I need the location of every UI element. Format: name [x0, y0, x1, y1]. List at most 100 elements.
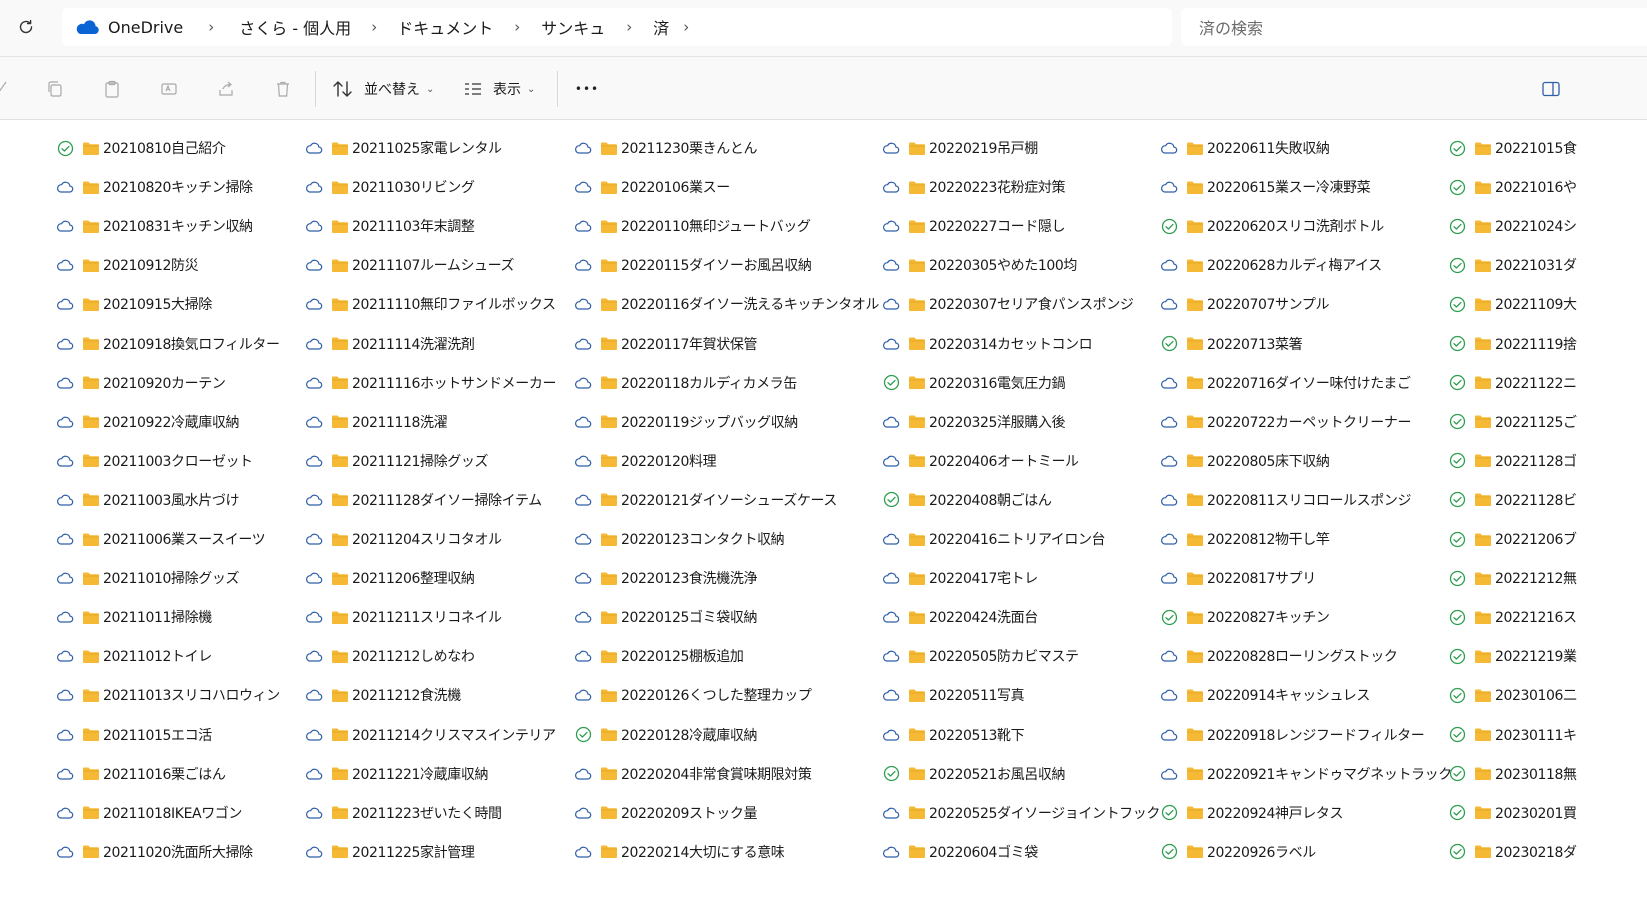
- folder-item[interactable]: 20220722カーペットクリーナー: [1160, 410, 1411, 434]
- folder-item[interactable]: 20220505防カビマステ: [882, 644, 1079, 668]
- breadcrumb-item-personal[interactable]: さくら - 個人用: [239, 15, 351, 39]
- folder-item[interactable]: 20220125ゴミ袋収納: [574, 605, 757, 629]
- folder-item[interactable]: 20211118洗濯: [305, 410, 448, 434]
- folder-item[interactable]: 20220926ラベル: [1160, 840, 1316, 864]
- breadcrumb-item-documents[interactable]: ドキュメント: [397, 15, 493, 39]
- folder-item[interactable]: 20220123食洗機洗浄: [574, 566, 757, 590]
- folder-item[interactable]: 20220805床下収納: [1160, 449, 1330, 473]
- folder-item[interactable]: 20220525ダイソージョイントフック: [882, 801, 1160, 825]
- folder-item[interactable]: 20211206整理収納: [305, 566, 475, 590]
- folder-item[interactable]: 20221128ビ: [1448, 488, 1577, 512]
- folder-item[interactable]: 20211025家電レンタル: [305, 136, 502, 160]
- folder-item[interactable]: 20220406オートミール: [882, 449, 1079, 473]
- folder-item[interactable]: 20221015食: [1448, 136, 1577, 160]
- folder-item[interactable]: 20221125ご: [1448, 410, 1577, 434]
- folder-item[interactable]: 20220416ニトリアイロン台: [882, 527, 1106, 551]
- folder-item[interactable]: 20220828ローリングストック: [1160, 644, 1398, 668]
- folder-item[interactable]: 20220424洗面台: [882, 605, 1038, 629]
- folder-item[interactable]: 20221109大: [1448, 292, 1577, 316]
- folder-item[interactable]: 20220812物干し竿: [1160, 527, 1330, 551]
- folder-item[interactable]: 20220307セリア食パンスポンジ: [882, 292, 1134, 316]
- folder-item[interactable]: 20220511写真: [882, 683, 1025, 707]
- folder-item[interactable]: 20220126くつした整理カップ: [574, 683, 812, 707]
- folder-item[interactable]: 20221031ダ: [1448, 253, 1577, 277]
- folder-item[interactable]: 20220417宅トレ: [882, 566, 1038, 590]
- folder-item[interactable]: 20211128ダイソー掃除イテム: [305, 488, 542, 512]
- folder-item[interactable]: 20220123コンタクト収納: [574, 527, 785, 551]
- folder-item[interactable]: 20221122ニ: [1448, 371, 1577, 395]
- folder-item[interactable]: 20220227コード隠し: [882, 214, 1065, 238]
- folder-item[interactable]: 20220314カセットコンロ: [882, 332, 1093, 356]
- folder-item[interactable]: 20211225家計管理: [305, 840, 475, 864]
- folder-item[interactable]: 20211003風水片づけ: [56, 488, 239, 512]
- folder-item[interactable]: 20220611失敗収納: [1160, 136, 1330, 160]
- folder-item[interactable]: 20210920カーテン: [56, 371, 226, 395]
- folder-item[interactable]: 20221212無: [1448, 566, 1577, 590]
- folder-item[interactable]: 20211212しめなわ: [305, 644, 475, 668]
- folder-item[interactable]: 20211121掃除グッズ: [305, 449, 488, 473]
- folder-item[interactable]: 20221119捨: [1448, 332, 1577, 356]
- folder-item[interactable]: 20220628カルディ梅アイス: [1160, 253, 1382, 277]
- delete-icon[interactable]: [270, 76, 296, 102]
- folder-item[interactable]: 20210922冷蔵庫収納: [56, 410, 239, 434]
- sort-button[interactable]: 並べ替え ⌄: [332, 75, 434, 103]
- folder-item[interactable]: 20220513靴下: [882, 723, 1025, 747]
- folder-item[interactable]: 20220827キッチン: [1160, 605, 1330, 629]
- folder-item[interactable]: 20230118無: [1448, 762, 1577, 786]
- folder-item[interactable]: 20211015エコ活: [56, 723, 212, 747]
- folder-item[interactable]: 20220128冷蔵庫収納: [574, 723, 757, 747]
- folder-item[interactable]: 20211223ぜいたく時間: [305, 801, 502, 825]
- folder-item[interactable]: 20220914キャッシュレス: [1160, 683, 1370, 707]
- folder-item[interactable]: 20211011掃除機: [56, 605, 212, 629]
- folder-item[interactable]: 20220120料理: [574, 449, 717, 473]
- folder-item[interactable]: 20220305やめた100均: [882, 253, 1077, 277]
- folder-item[interactable]: 20220707サンプル: [1160, 292, 1329, 316]
- folder-item[interactable]: 20211018IKEAワゴン: [56, 801, 242, 825]
- folder-item[interactable]: 20220116ダイソー洗えるキッチンタオル: [574, 292, 879, 316]
- folder-item[interactable]: 20211020洗面所大掃除: [56, 840, 253, 864]
- folder-item[interactable]: 20220115ダイソーお風呂収納: [574, 253, 812, 277]
- folder-item[interactable]: 20220119ジップバッグ収納: [574, 410, 798, 434]
- details-pane-icon[interactable]: [1538, 76, 1564, 102]
- refresh-icon[interactable]: [14, 15, 38, 39]
- folder-item[interactable]: 20220615業スー冷凍野菜: [1160, 175, 1371, 199]
- folder-item[interactable]: 20220620スリコ洗剤ボトル: [1160, 214, 1384, 238]
- folder-item[interactable]: 20221016や: [1448, 175, 1577, 199]
- folder-item[interactable]: 20220408朝ごはん: [882, 488, 1052, 512]
- folder-item[interactable]: 20210915大掃除: [56, 292, 212, 316]
- folder-item[interactable]: 20211016栗ごはん: [56, 762, 226, 786]
- folder-item[interactable]: 20210810自己紹介: [56, 136, 226, 160]
- folder-item[interactable]: 20220110無印ジュートバッグ: [574, 214, 811, 238]
- folder-item[interactable]: 20220924神戸レタス: [1160, 801, 1343, 825]
- folder-item[interactable]: 20211114洗濯洗剤: [305, 332, 475, 356]
- paste-icon[interactable]: [99, 76, 125, 102]
- folder-item[interactable]: 20220118カルディカメラ缶: [574, 371, 797, 395]
- folder-item[interactable]: 20210820キッチン掃除: [56, 175, 253, 199]
- folder-item[interactable]: 20220604ゴミ袋: [882, 840, 1038, 864]
- folder-item[interactable]: 20211003クローゼット: [56, 449, 253, 473]
- search-input[interactable]: 済の検索: [1181, 8, 1647, 46]
- folder-item[interactable]: 20211110無印ファイルボックス: [305, 292, 556, 316]
- folder-item[interactable]: 20211010掃除グッズ: [56, 566, 239, 590]
- folder-item[interactable]: 20211214クリスマスインテリア: [305, 723, 556, 747]
- folder-item[interactable]: 20220316電気圧力鍋: [882, 371, 1065, 395]
- folder-item[interactable]: 20220325洋服購入後: [882, 410, 1065, 434]
- folder-item[interactable]: 20211230栗きんとん: [574, 136, 757, 160]
- chevron-right-icon[interactable]: ›: [605, 18, 653, 36]
- folder-item[interactable]: 20220214大切にする意味: [574, 840, 785, 864]
- folder-item[interactable]: 20210831キッチン収納: [56, 214, 253, 238]
- share-icon[interactable]: [213, 76, 239, 102]
- folder-item[interactable]: 20211116ホットサンドメーカー: [305, 371, 556, 395]
- folder-item[interactable]: 20211103年末調整: [305, 214, 475, 238]
- folder-item[interactable]: 20220716ダイソー味付けたまご: [1160, 371, 1411, 395]
- folder-item[interactable]: 20220713菜箸: [1160, 332, 1303, 356]
- chevron-right-icon[interactable]: ›: [669, 18, 703, 36]
- folder-item[interactable]: 20220223花粉症対策: [882, 175, 1065, 199]
- folder-item[interactable]: 20230111キ: [1448, 723, 1577, 747]
- folder-item[interactable]: 20211012トイレ: [56, 644, 212, 668]
- chevron-right-icon[interactable]: ›: [351, 18, 397, 36]
- folder-item[interactable]: 20230218ダ: [1448, 840, 1577, 864]
- folder-item[interactable]: 20220121ダイソーシューズケース: [574, 488, 837, 512]
- breadcrumb-item-onedrive[interactable]: OneDrive: [108, 18, 183, 37]
- breadcrumb-item-sankyu[interactable]: サンキュ: [541, 15, 605, 39]
